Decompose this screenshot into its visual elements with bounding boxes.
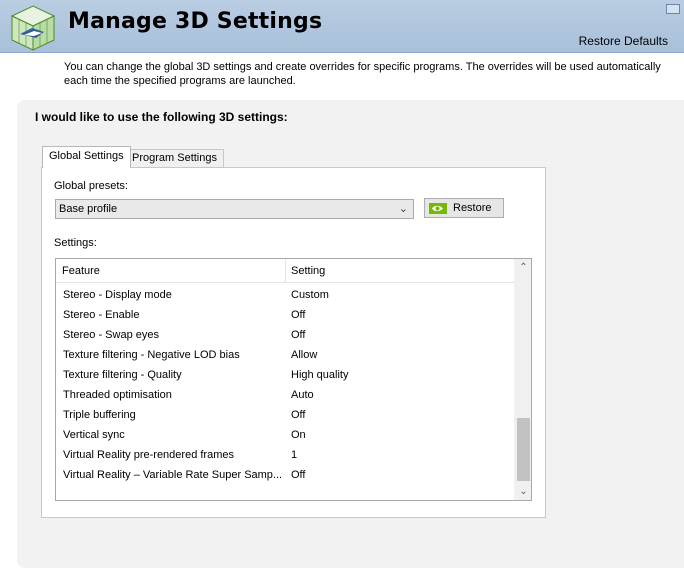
restore-button[interactable]: Restore	[424, 198, 504, 218]
setting-cell: Off	[291, 329, 306, 341]
list-header: Feature Setting	[56, 259, 514, 283]
page-header: Manage 3D Settings Restore Defaults	[0, 0, 684, 53]
feature-cell: Texture filtering - Negative LOD bias	[63, 349, 240, 361]
scroll-up-arrow-icon[interactable]: ⌃	[515, 259, 531, 276]
setting-cell: Off	[291, 409, 306, 421]
table-row[interactable]: Texture filtering - Negative LOD bias All…	[56, 344, 514, 364]
setting-cell: Off	[291, 469, 306, 481]
panel-heading: I would like to use the following 3D set…	[35, 110, 288, 124]
page-description: You can change the global 3D settings an…	[64, 61, 661, 87]
scrollbar-thumb[interactable]	[517, 418, 530, 481]
setting-cell: Allow	[291, 349, 318, 361]
feature-cell: Stereo - Swap eyes	[63, 329, 159, 341]
setting-cell: On	[291, 429, 306, 441]
feature-cell: Threaded optimisation	[63, 389, 172, 401]
settings-list[interactable]: Feature Setting Stereo - Display mode Cus…	[55, 258, 532, 501]
nvidia-3d-settings-logo-icon	[10, 5, 56, 51]
restore-defaults-link[interactable]: Restore Defaults	[579, 34, 668, 48]
dropdown-selected-value: Base profile	[59, 203, 118, 215]
table-row[interactable]: Texture filtering - Quality High quality	[56, 364, 514, 384]
vertical-scrollbar[interactable]: ⌃ ⌄	[514, 259, 531, 500]
table-row[interactable]: Stereo - Swap eyes Off	[56, 324, 514, 344]
column-divider[interactable]	[285, 259, 286, 283]
chevron-down-icon: ⌄	[398, 203, 408, 215]
feature-cell: Virtual Reality pre-rendered frames	[63, 449, 234, 461]
table-row[interactable]: Triple buffering Off	[56, 404, 514, 424]
table-row[interactable]: Virtual Reality pre-rendered frames 1	[56, 444, 514, 464]
column-header-feature[interactable]: Feature	[62, 265, 100, 277]
tab-global-settings[interactable]: Global Settings	[42, 146, 131, 168]
settings-label: Settings:	[54, 237, 97, 249]
window-control-button[interactable]	[666, 4, 680, 14]
global-presets-dropdown[interactable]: Base profile ⌄	[55, 199, 414, 219]
tab-program-settings[interactable]: Program Settings	[125, 149, 224, 167]
settings-rows: Stereo - Display mode Custom Stereo - Ena…	[56, 284, 514, 484]
table-row[interactable]: Virtual Reality – Variable Rate Super Sa…	[56, 464, 514, 484]
table-row[interactable]: Threaded optimisation Auto	[56, 384, 514, 404]
feature-cell: Stereo - Display mode	[63, 289, 172, 301]
feature-cell: Virtual Reality – Variable Rate Super Sa…	[63, 469, 281, 481]
setting-cell: Off	[291, 309, 306, 321]
restore-button-label: Restore	[453, 202, 492, 214]
page-title: Manage 3D Settings	[68, 9, 323, 34]
feature-cell: Texture filtering - Quality	[63, 369, 182, 381]
setting-cell: Custom	[291, 289, 329, 301]
setting-cell: High quality	[291, 369, 349, 381]
column-header-setting[interactable]: Setting	[291, 265, 325, 277]
global-settings-tabpage: Global presets: Base profile ⌄ Restore S…	[41, 167, 546, 518]
table-row[interactable]: Stereo - Display mode Custom	[56, 284, 514, 304]
feature-cell: Stereo - Enable	[63, 309, 140, 321]
scroll-down-arrow-icon[interactable]: ⌄	[515, 483, 531, 500]
table-row[interactable]: Vertical sync On	[56, 424, 514, 444]
feature-cell: Vertical sync	[63, 429, 125, 441]
global-presets-label: Global presets:	[54, 180, 128, 192]
settings-panel: I would like to use the following 3D set…	[17, 100, 684, 568]
feature-cell: Triple buffering	[63, 409, 136, 421]
setting-cell: Auto	[291, 389, 314, 401]
nvidia-icon	[429, 203, 447, 214]
setting-cell: 1	[291, 449, 298, 461]
table-row[interactable]: Stereo - Enable Off	[56, 304, 514, 324]
